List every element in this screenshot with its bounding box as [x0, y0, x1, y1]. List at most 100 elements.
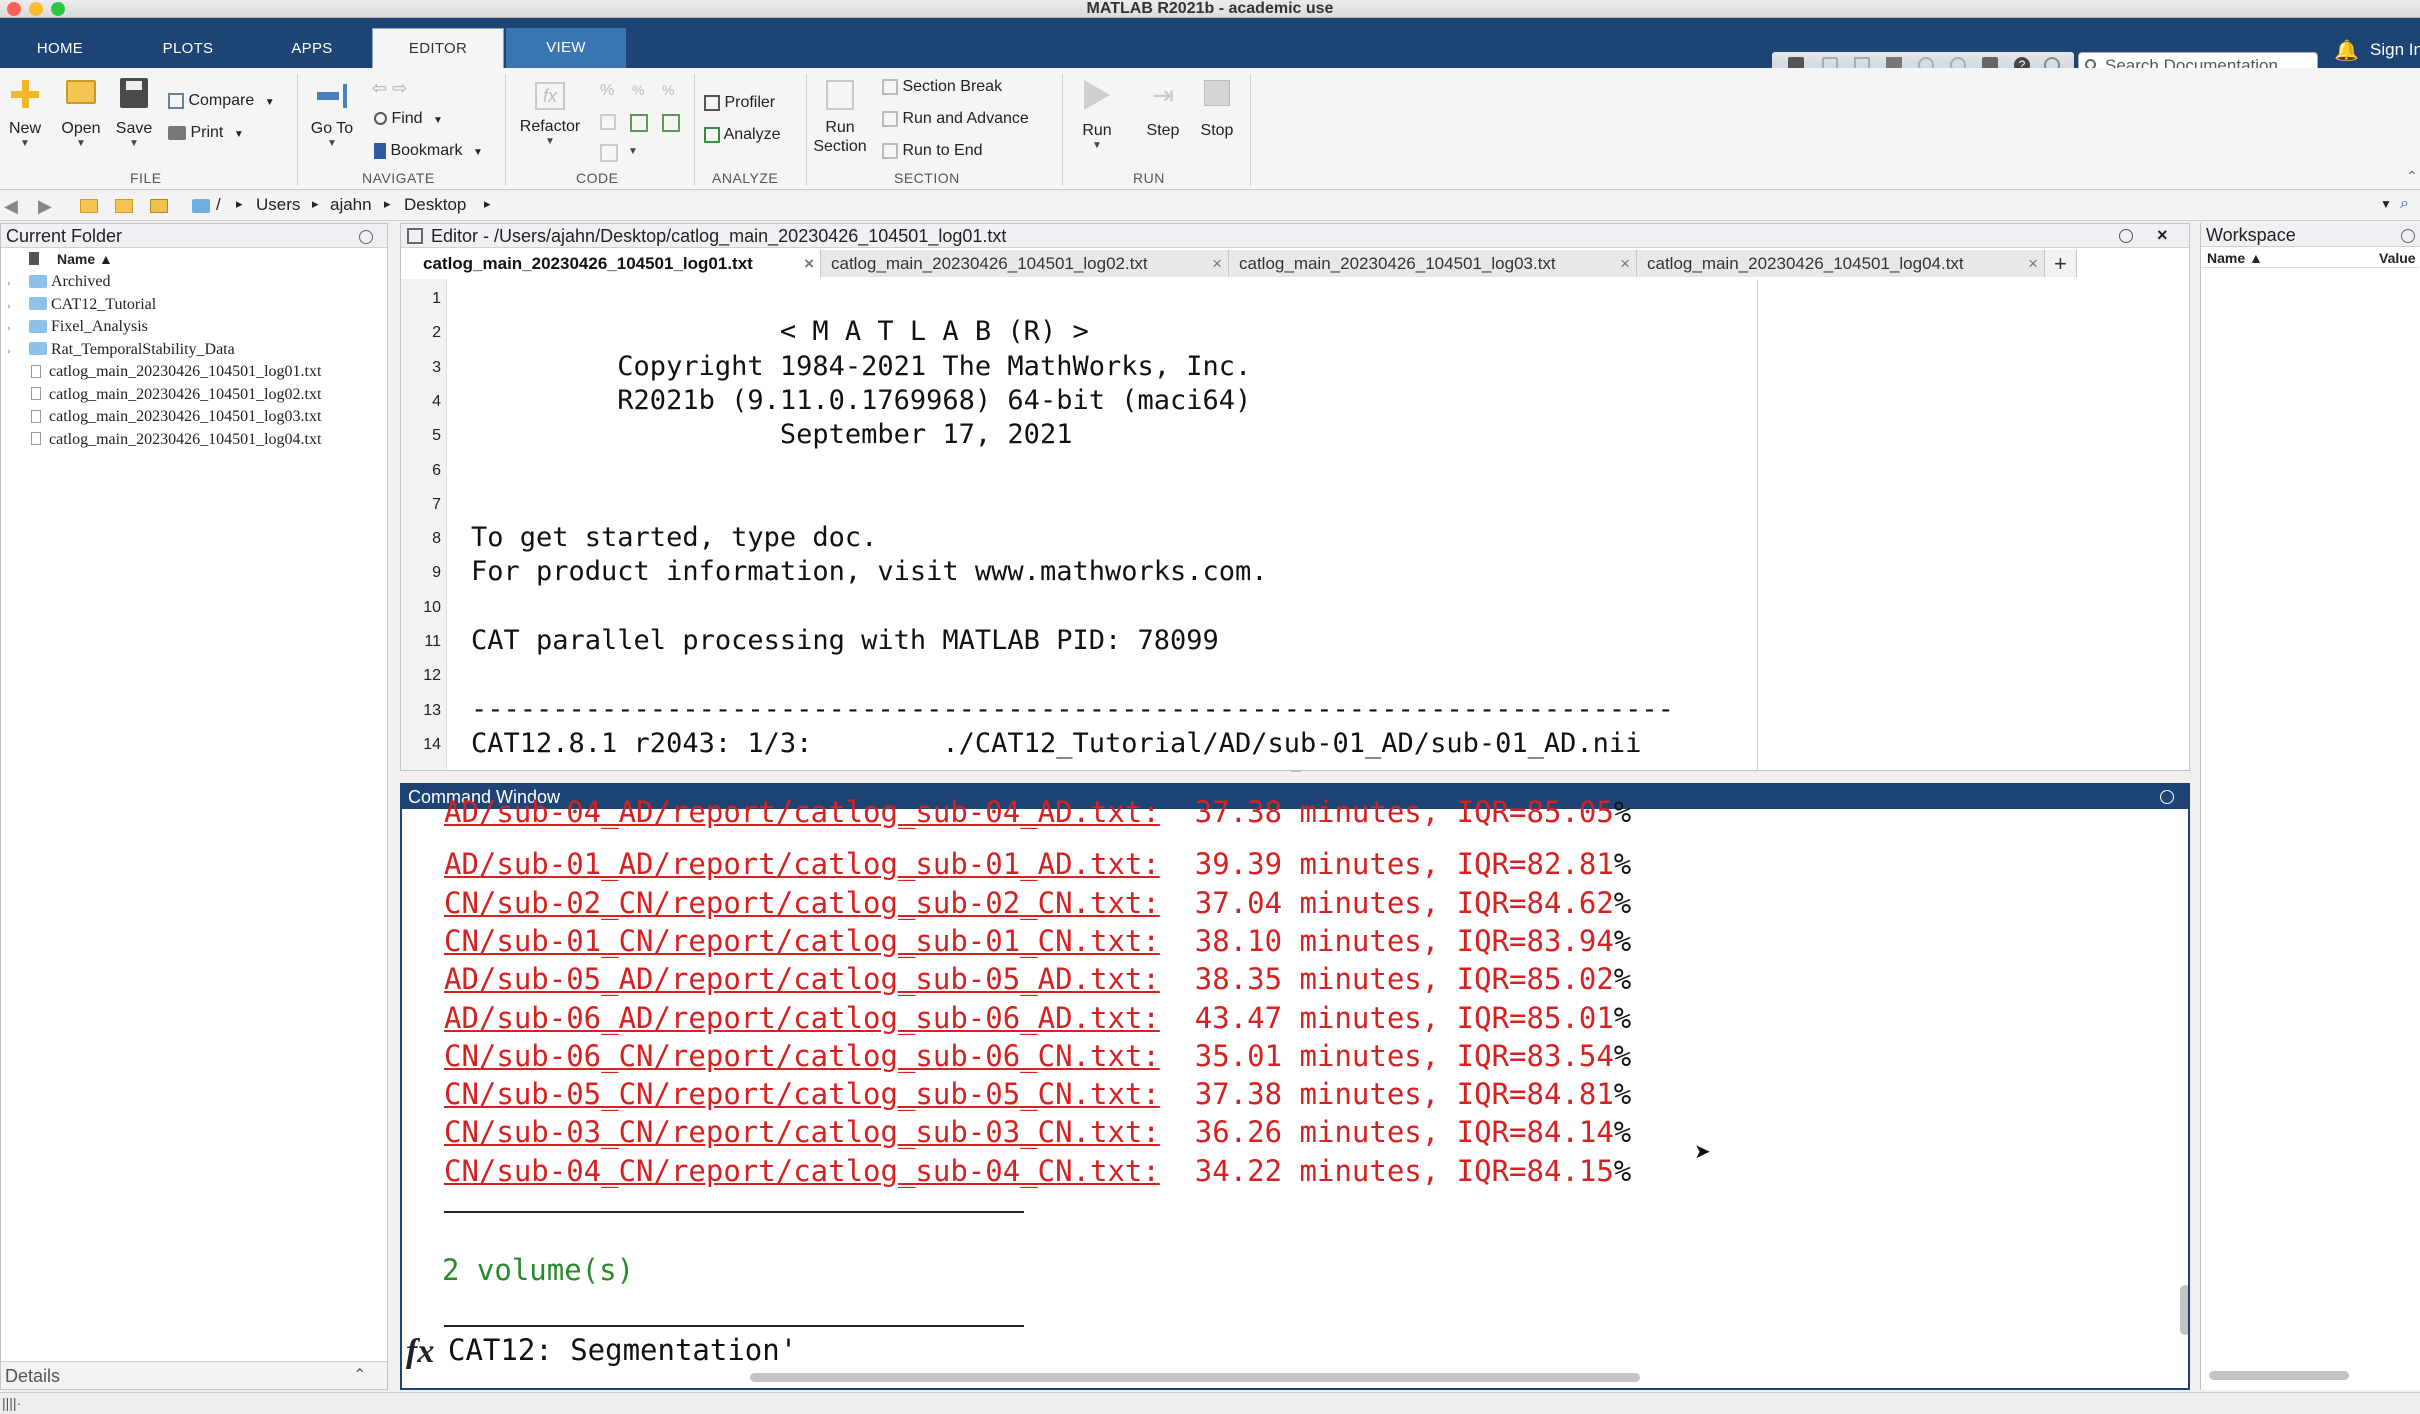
- vertical-scrollbar-thumb[interactable]: [2180, 1285, 2188, 1335]
- path-root[interactable]: /: [216, 195, 221, 215]
- add-tab-button[interactable]: +: [2045, 250, 2077, 277]
- close-tab-icon[interactable]: ×: [1620, 250, 1630, 277]
- path-separator-icon: ▸: [236, 196, 243, 211]
- run-and-advance-button[interactable]: Run and Advance: [882, 110, 1029, 128]
- panel-options-icon[interactable]: [359, 230, 373, 244]
- back-forward-icon[interactable]: ⇦ ⇨: [372, 78, 407, 99]
- step-button[interactable]: ⇥ Step: [1140, 80, 1186, 140]
- section-break-button[interactable]: Section Break: [882, 78, 1002, 96]
- splitter-grip[interactable]: [1291, 770, 1301, 772]
- path-search-icon[interactable]: ⌕: [2400, 195, 2409, 213]
- close-editor-icon[interactable]: ×: [2157, 225, 2168, 246]
- expand-icon[interactable]: ›: [1, 340, 29, 362]
- run-section-button[interactable]: Run Section: [812, 80, 868, 156]
- log-file-link[interactable]: AD/sub-06_AD/report/catlog_sub-06_AD.txt…: [444, 1001, 1160, 1035]
- tab-view[interactable]: VIEW: [506, 28, 626, 68]
- save-button[interactable]: Save ▼: [114, 78, 154, 149]
- command-window[interactable]: Command Window AD/sub-04_AD/report/catlo…: [400, 783, 2190, 1390]
- run-section-icon: [826, 80, 854, 110]
- sign-in-link[interactable]: Sign In: [2370, 40, 2420, 60]
- uncomment-icon[interactable]: %: [632, 82, 644, 98]
- search-folder-icon[interactable]: [150, 199, 168, 213]
- code-line: ----------------------------------------…: [471, 693, 1674, 725]
- back-icon[interactable]: ◀: [4, 196, 18, 217]
- tab-editor-file-log01[interactable]: catlog_main_20230426_104501_log01.txt ×: [413, 250, 821, 277]
- increase-indent-icon[interactable]: [630, 114, 648, 132]
- list-item[interactable]: catlog_main_20230426_104501_log01.txt: [1, 361, 387, 384]
- path-segment-ajahn[interactable]: ajahn: [330, 195, 372, 215]
- run-button[interactable]: Run ▼: [1074, 80, 1120, 151]
- path-segment-users[interactable]: Users: [256, 195, 300, 215]
- indent-icon[interactable]: [600, 114, 616, 130]
- list-item[interactable]: › Rat_TemporalStability_Data: [1, 339, 387, 362]
- path-segment-desktop[interactable]: Desktop: [404, 195, 466, 215]
- close-tab-icon[interactable]: ×: [1212, 250, 1222, 277]
- editor-options-icon[interactable]: [2119, 229, 2133, 243]
- list-item[interactable]: catlog_main_20230426_104501_log03.txt: [1, 406, 387, 429]
- tab-editor[interactable]: EDITOR: [372, 28, 504, 68]
- tab-home[interactable]: HOME: [10, 32, 110, 68]
- fx-prompt-icon[interactable]: fx: [406, 1333, 434, 1371]
- refactor-button[interactable]: fx Refactor ▼: [512, 82, 588, 147]
- wrap-comments-icon[interactable]: %: [662, 82, 674, 98]
- section-break-icon: [882, 78, 898, 95]
- list-item[interactable]: catlog_main_20230426_104501_log02.txt: [1, 384, 387, 407]
- collapse-ribbon-icon[interactable]: ⌃: [2406, 168, 2418, 185]
- list-item[interactable]: › Fixel_Analysis: [1, 316, 387, 339]
- workspace-value-column[interactable]: Value: [2379, 248, 2416, 268]
- log-file-link[interactable]: CN/sub-06_CN/report/catlog_sub-06_CN.txt…: [444, 1039, 1160, 1073]
- list-item[interactable]: › Archived: [1, 271, 387, 294]
- log-file-link[interactable]: AD/sub-05_AD/report/catlog_sub-05_AD.txt…: [444, 962, 1160, 996]
- log-file-link[interactable]: CN/sub-05_CN/report/catlog_sub-05_CN.txt…: [444, 1077, 1160, 1111]
- command-input[interactable]: CAT12: Segmentation': [448, 1333, 797, 1367]
- workspace-options-icon[interactable]: [2401, 229, 2415, 243]
- print-button[interactable]: Print ▼: [168, 124, 244, 142]
- new-button[interactable]: New ▼: [6, 80, 44, 149]
- notification-bell-icon[interactable]: 🔔: [2334, 38, 2359, 63]
- tab-plots[interactable]: PLOTS: [138, 32, 238, 68]
- name-column-header[interactable]: Name ▲: [1, 249, 387, 269]
- tab-editor-file-log02[interactable]: catlog_main_20230426_104501_log02.txt ×: [821, 250, 1229, 277]
- analyze-button[interactable]: Analyze: [704, 126, 780, 144]
- close-tab-icon[interactable]: ×: [804, 250, 814, 277]
- expand-icon[interactable]: ›: [1, 317, 29, 339]
- details-panel-header[interactable]: Details ⌃: [1, 1361, 387, 1389]
- decrease-indent-icon[interactable]: [662, 114, 680, 132]
- expand-icon[interactable]: ›: [1, 295, 29, 317]
- find-button[interactable]: Find ▼: [374, 110, 443, 128]
- format-icon[interactable]: [600, 144, 618, 162]
- stop-button[interactable]: Stop: [1194, 80, 1240, 140]
- bookmark-button[interactable]: Bookmark ▼: [374, 142, 483, 160]
- log-file-link[interactable]: AD/sub-04_AD/report/catlog_sub-04_AD.txt…: [444, 795, 1160, 829]
- tab-editor-file-log04[interactable]: catlog_main_20230426_104501_log04.txt ×: [1637, 250, 2045, 277]
- chevron-down-icon[interactable]: ▼: [628, 146, 638, 157]
- tab-editor-file-log03[interactable]: catlog_main_20230426_104501_log03.txt ×: [1229, 250, 1637, 277]
- workspace-name-column[interactable]: Name ▲: [2207, 248, 2263, 268]
- log-file-link[interactable]: CN/sub-03_CN/report/catlog_sub-03_CN.txt…: [444, 1115, 1160, 1149]
- list-item[interactable]: › CAT12_Tutorial: [1, 294, 387, 317]
- expand-icon[interactable]: ›: [1, 272, 29, 294]
- horizontal-scrollbar-thumb[interactable]: [750, 1373, 1640, 1382]
- profiler-button[interactable]: Profiler: [704, 94, 775, 112]
- log-file-link[interactable]: CN/sub-01_CN/report/catlog_sub-01_CN.txt…: [444, 924, 1160, 958]
- bookmark-label: Bookmark: [390, 142, 463, 159]
- chevron-up-icon[interactable]: ⌃: [353, 1362, 366, 1390]
- open-button[interactable]: Open ▼: [58, 80, 104, 149]
- workspace-scrollbar-thumb[interactable]: [2209, 1371, 2349, 1380]
- log-file-link[interactable]: CN/sub-02_CN/report/catlog_sub-02_CN.txt…: [444, 886, 1160, 920]
- list-item[interactable]: catlog_main_20230426_104501_log04.txt: [1, 429, 387, 452]
- log-file-link[interactable]: CN/sub-04_CN/report/catlog_sub-04_CN.txt…: [444, 1154, 1160, 1188]
- browse-folder-icon[interactable]: [115, 199, 133, 213]
- command-window-options-icon[interactable]: [2160, 790, 2174, 804]
- tab-apps[interactable]: APPS: [262, 32, 362, 68]
- close-tab-icon[interactable]: ×: [2028, 250, 2038, 277]
- log-file-link[interactable]: AD/sub-01_AD/report/catlog_sub-01_AD.txt…: [444, 847, 1160, 881]
- compare-button[interactable]: Compare ▼: [168, 92, 275, 110]
- go-to-button[interactable]: Go To ▼: [306, 84, 358, 149]
- title-bar: MATLAB R2021b - academic use: [0, 0, 2420, 18]
- comment-icon[interactable]: %: [600, 82, 614, 100]
- path-dropdown-icon[interactable]: ▼: [2380, 197, 2392, 211]
- forward-icon[interactable]: ▶: [38, 196, 52, 217]
- run-to-end-button[interactable]: Run to End: [882, 142, 983, 160]
- up-folder-icon[interactable]: [80, 199, 98, 213]
